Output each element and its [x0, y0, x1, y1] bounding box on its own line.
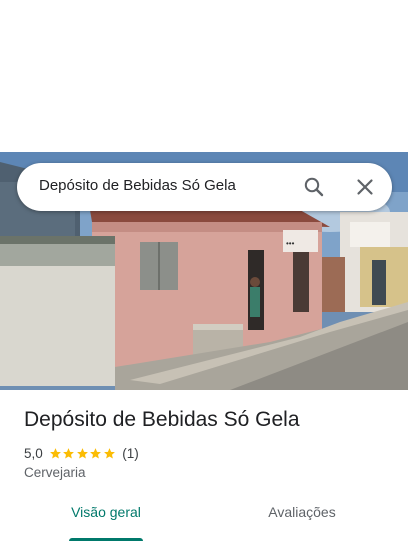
review-count[interactable]: (1): [122, 446, 139, 461]
star-rating: [49, 447, 117, 460]
place-title: Depósito de Bebidas Só Gela: [24, 408, 300, 431]
star-icon: [90, 447, 102, 459]
tab-overview-label: Visão geral: [71, 504, 141, 520]
star-icon: [49, 447, 61, 459]
map-blank-area: [0, 0, 408, 152]
search-query[interactable]: Depósito de Bebidas Só Gela: [39, 177, 236, 194]
tab-reviews-label: Avaliações: [268, 504, 336, 520]
search-bar[interactable]: Depósito de Bebidas Só Gela: [17, 163, 392, 211]
tab-reviews[interactable]: Avaliações: [196, 498, 408, 542]
star-icon: [103, 447, 115, 459]
svg-text:•••: •••: [286, 239, 295, 248]
star-icon: [63, 447, 75, 459]
tab-overview[interactable]: Visão geral: [0, 498, 212, 542]
active-tab-indicator: [69, 538, 143, 541]
rating-value: 5,0: [24, 445, 43, 461]
search-icon[interactable]: [302, 175, 326, 199]
star-icon: [76, 447, 88, 459]
place-category[interactable]: Cervejaria: [24, 465, 86, 480]
close-icon[interactable]: [353, 175, 377, 199]
place-info-panel: Depósito de Bebidas Só Gela 5,0 (1) Cerv…: [0, 390, 408, 542]
rating-row[interactable]: 5,0 (1): [24, 444, 139, 462]
tab-bar: Visão geral Avaliações: [0, 498, 408, 542]
